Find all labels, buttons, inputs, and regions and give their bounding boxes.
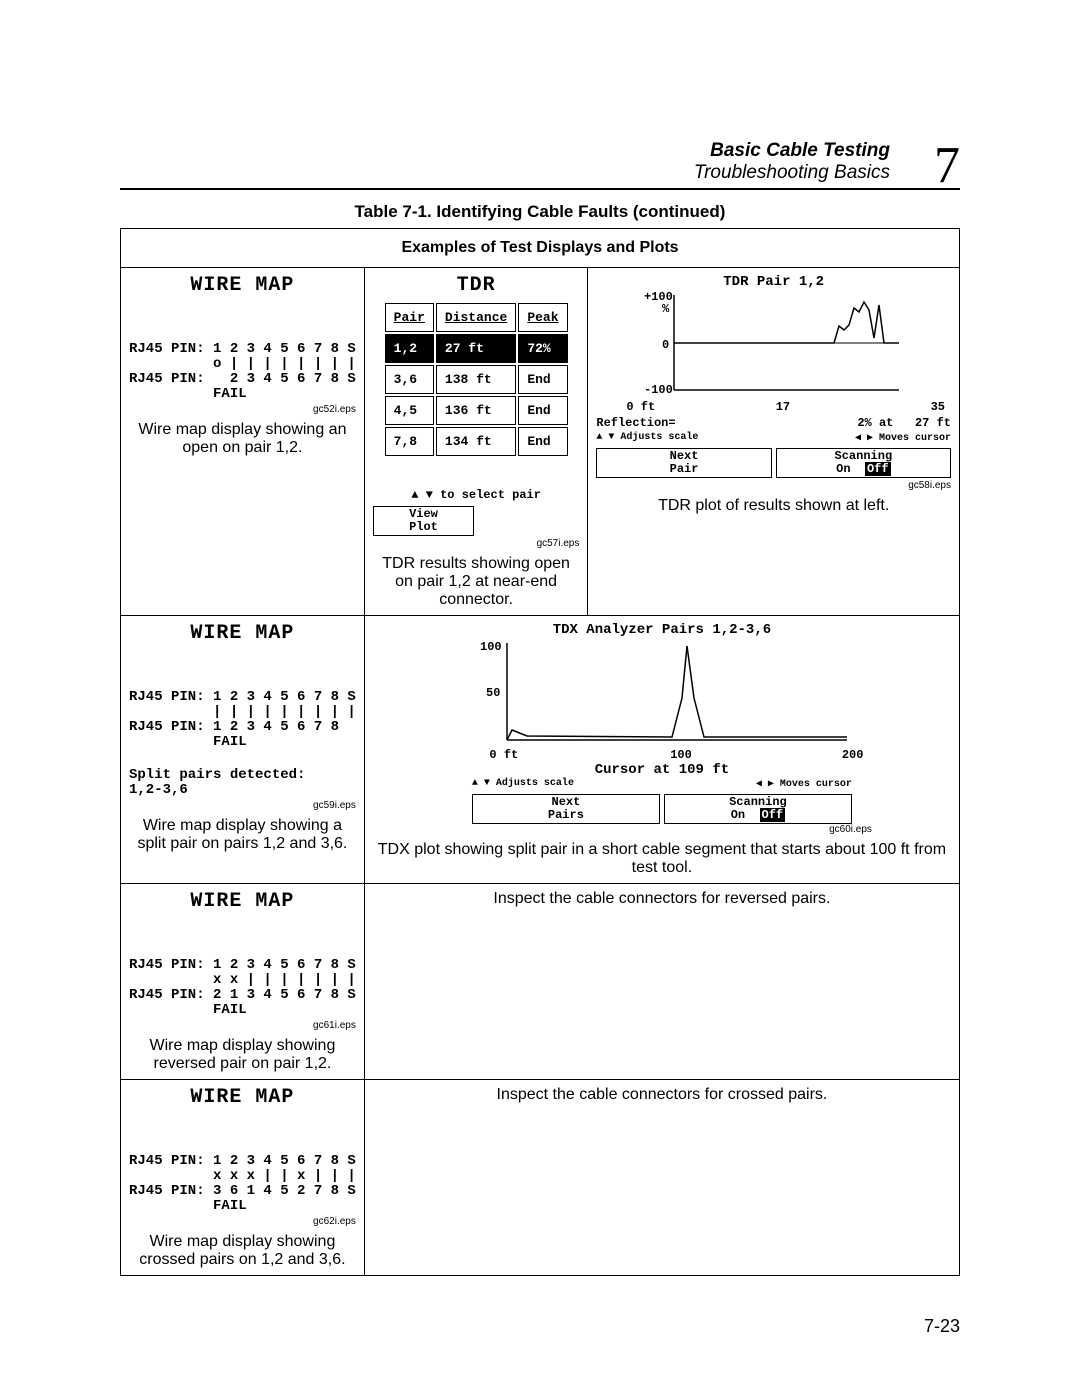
wiremap-crossed-cell: WIRE MAP RJ45 PIN: 1 2 3 4 5 6 7 8 S x x…	[121, 1080, 365, 1276]
eps-label: gc60i.eps	[452, 824, 872, 835]
header-subtitle: Troubleshooting Basics	[694, 162, 890, 183]
wiremap-title: WIRE MAP	[129, 890, 356, 913]
table-row: WIRE MAP RJ45 PIN: 1 2 3 4 5 6 7 8 S x x…	[121, 884, 960, 1080]
page-header: Basic Cable Testing Troubleshooting Basi…	[120, 140, 960, 190]
examples-table: Examples of Test Displays and Plots WIRE…	[120, 228, 960, 1276]
svg-text:-100: -100	[644, 383, 673, 397]
svg-text:%: %	[662, 302, 670, 316]
wiremap-caption: Wire map display showing a split pair on…	[129, 817, 356, 853]
softkey-next-pairs[interactable]: Next Pairs	[472, 794, 660, 824]
wiremap-open-cell: WIRE MAP RJ45 PIN: 1 2 3 4 5 6 7 8 S o |…	[121, 268, 365, 616]
table-header: Examples of Test Displays and Plots	[121, 229, 960, 268]
table-caption: Table 7-1. Identifying Cable Faults (con…	[120, 202, 960, 222]
softkey-scanning[interactable]: Scanning On Off	[776, 448, 951, 478]
eps-label: gc52i.eps	[129, 404, 356, 415]
instruction-cell: Inspect the cable connectors for crossed…	[364, 1080, 959, 1276]
softkey-next-pair[interactable]: Next Pair	[596, 448, 771, 478]
instruction-cell: Inspect the cable connectors for reverse…	[364, 884, 959, 1080]
tdr-plot-title: TDR Pair 1,2	[596, 274, 951, 290]
instruction-text: Inspect the cable connectors for crossed…	[373, 1086, 951, 1104]
tdr-plot-cell: TDR Pair 1,2 +100 % 0 -100 0 ft 17 35	[588, 268, 960, 616]
cursor-label: Cursor at 109 ft	[373, 762, 951, 778]
tdr-hint: ▲ ▼ to select pair	[373, 488, 580, 502]
page: Basic Cable Testing Troubleshooting Basi…	[0, 0, 1080, 1397]
tdr-plot-caption: TDR plot of results shown at left.	[596, 497, 951, 515]
wiremap-reversed-cell: WIRE MAP RJ45 PIN: 1 2 3 4 5 6 7 8 S x x…	[121, 884, 365, 1080]
eps-label: gc61i.eps	[129, 1020, 356, 1031]
instruction-text: Inspect the cable connectors for reverse…	[373, 890, 951, 908]
tdr-table: PairDistancePeak 1,227 ft72% 3,6138 ftEn…	[383, 301, 570, 458]
page-number: 7-23	[924, 1316, 960, 1337]
table-row: WIRE MAP RJ45 PIN: 1 2 3 4 5 6 7 8 S x x…	[121, 1080, 960, 1276]
tdr-plot: +100 % 0 -100	[644, 290, 904, 400]
wiremap-caption: Wire map display showing crossed pairs o…	[129, 1233, 356, 1269]
eps-label: gc57i.eps	[373, 538, 580, 549]
tdx-plot-title: TDX Analyzer Pairs 1,2-3,6	[373, 622, 951, 638]
svg-text:50: 50	[486, 686, 500, 700]
svg-text:100: 100	[480, 640, 502, 654]
tdx-plot: 100 50	[472, 638, 852, 748]
wiremap-title: WIRE MAP	[129, 1086, 356, 1109]
wiremap-caption: Wire map display showing reversed pair o…	[129, 1037, 356, 1073]
wiremap-caption: Wire map display showing an open on pair…	[129, 421, 356, 457]
tdx-caption: TDX plot showing split pair in a short c…	[373, 841, 951, 877]
table-row: WIRE MAP RJ45 PIN: 1 2 3 4 5 6 7 8 S o |…	[121, 268, 960, 616]
wiremap-title: WIRE MAP	[129, 622, 356, 645]
softkey-view-plot[interactable]: View Plot	[373, 506, 474, 536]
eps-label: gc59i.eps	[129, 800, 356, 811]
eps-label: gc58i.eps	[596, 480, 951, 491]
tdr-title: TDR	[373, 274, 580, 297]
wiremap-title: WIRE MAP	[129, 274, 356, 297]
header-title: Basic Cable Testing	[710, 140, 890, 161]
chapter-number: 7	[934, 140, 960, 192]
tdr-caption: TDR results showing open on pair 1,2 at …	[373, 555, 580, 609]
tdx-plot-cell: TDX Analyzer Pairs 1,2-3,6 100 50 0 ft 1…	[364, 616, 959, 884]
softkey-scanning[interactable]: Scanning On Off	[664, 794, 852, 824]
tdr-results-cell: TDR PairDistancePeak 1,227 ft72% 3,6138 …	[364, 268, 588, 616]
wiremap-split-cell: WIRE MAP RJ45 PIN: 1 2 3 4 5 6 7 8 S | |…	[121, 616, 365, 884]
svg-text:0: 0	[662, 338, 669, 352]
eps-label: gc62i.eps	[129, 1216, 356, 1227]
table-row: WIRE MAP RJ45 PIN: 1 2 3 4 5 6 7 8 S | |…	[121, 616, 960, 884]
